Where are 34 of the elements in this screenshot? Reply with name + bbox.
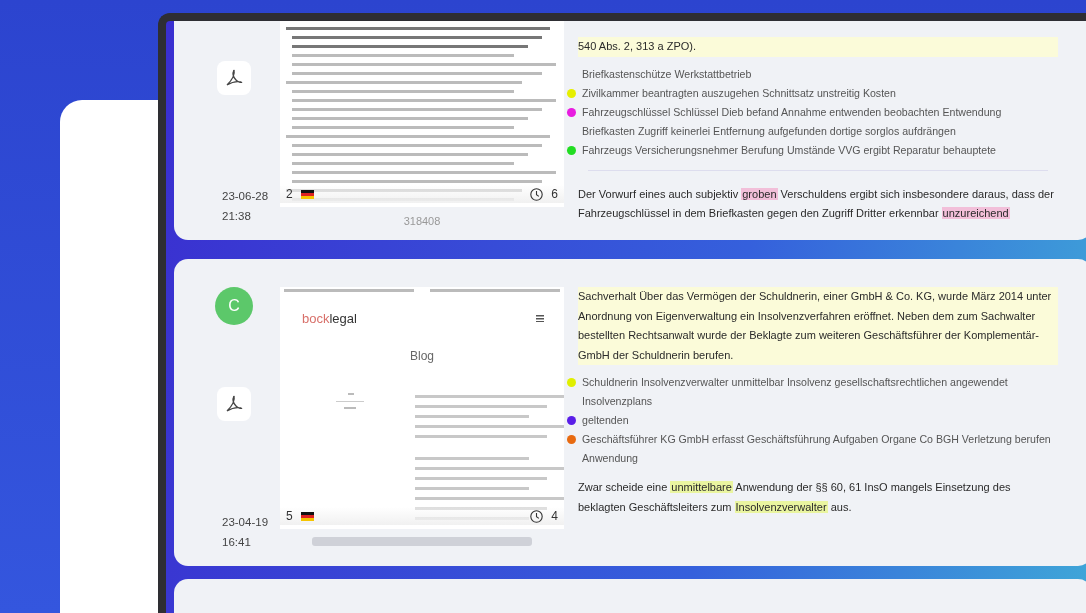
summary-paragraph: Sachverhalt Über das Vermögen der Schuldnerin, einer GmbH & Co. KG, wurde März 2014 unter Anordnung von Eigenverwaltung ein Insolvenzverfahren eröffnet. Neben dem zum Sachwalter bestellten Rechtsanwalt wurde der Beklagte zum weiteren Geschäftsführer der Komplementär-GmbH der Schuldnerin berufen. (578, 287, 1058, 365)
clock-icon (530, 187, 544, 201)
pdf-icon (224, 394, 244, 414)
keyword-line: Geschäftsführer KG GmbH erfasst Geschäftsführung Aufgaben Organe Co BGH Verletzung berufen Anwendung (582, 433, 1051, 464)
document-preview[interactable]: 2 6 (280, 21, 564, 207)
german-flag-icon (300, 511, 314, 521)
keyword-line: Fahrzeugs Versicherungsnehmer Berufung Umstände VVG ergibt Reparatur behauptete (582, 143, 996, 156)
avatar: C (215, 287, 253, 325)
keyword-line: geltenden (582, 414, 629, 426)
webpage-screenshot[interactable]: bocklegal Blog 5 4 (280, 287, 564, 529)
document-id-text: 318408 (403, 214, 441, 229)
page-number-text: 2 (286, 186, 293, 203)
logo-text: bocklegal (302, 310, 357, 328)
count-text: 6 (551, 186, 558, 203)
time-text: 16:41 (221, 535, 251, 550)
blog-heading: Blog (409, 347, 435, 365)
keyword-line: Fahrzeugschlüssel Schlüssel Dieb befand Annahme entwenden beobachten Entwendung (582, 105, 1002, 118)
german-flag-icon (300, 189, 314, 199)
clock-icon (530, 509, 544, 523)
page-number-text: 5 (286, 508, 293, 525)
date-text: 23-04-19 (221, 515, 269, 530)
summary-paragraph: Zwar scheide eine unmittelbare Anwendung der §§ 60, 61 InsO mangels Einsetzung des beklagten Geschäftsleiters zum Insolvenzverwalter aus. (578, 480, 1012, 515)
menu-icon[interactable] (536, 315, 544, 323)
keyword-line: Briefkasten Zugriff keinerlei Entfernung aufgefunden dortige sorglos aufdrängen (582, 124, 956, 137)
date-text: 23-06-28 (221, 189, 269, 204)
pdf-badge[interactable] (217, 387, 251, 421)
keyword-line: Briefkastenschütze Werkstattbetrieb (582, 67, 752, 80)
summary-paragraph: Der Vorwurf eines auch subjektiv groben Verschuldens ergibt sich insbesondere daraus, dass der Fahrzeugschlüssel in dem Briefkasten gegen den Zugriff Dritter erkennbar unzureichend (578, 186, 1055, 221)
count-text: 4 (551, 508, 558, 525)
keyword-line: Zivilkammer beantragten auszugehen Schnittsatz unstreitig Kosten (582, 86, 896, 99)
time-text: 21:38 (221, 209, 251, 224)
pdf-badge[interactable] (217, 61, 251, 95)
summary-paragraph: 540 Abs. 2, 313 a ZPO). (578, 37, 1058, 57)
pdf-icon (224, 68, 244, 88)
